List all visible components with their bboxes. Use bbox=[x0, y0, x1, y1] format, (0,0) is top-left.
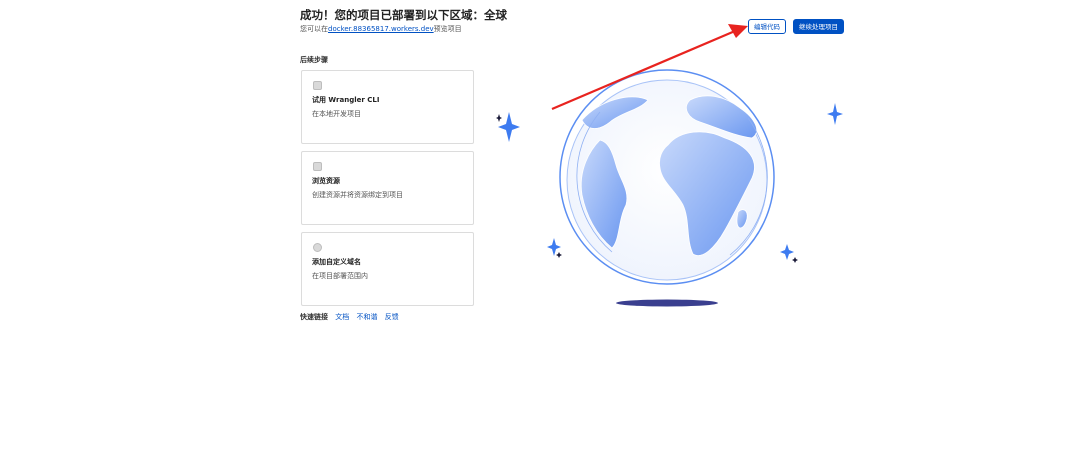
annotation-arrow-head bbox=[728, 24, 748, 38]
sparkle-icon bbox=[792, 257, 798, 263]
globe-illustration bbox=[496, 24, 843, 307]
sparkle-icon bbox=[780, 244, 794, 260]
sparkle-icon bbox=[827, 103, 843, 125]
sparkle-icon bbox=[556, 252, 562, 258]
sparkle-icon bbox=[496, 114, 502, 122]
sparkle-icon bbox=[498, 112, 520, 142]
globe-shadow bbox=[616, 299, 718, 307]
